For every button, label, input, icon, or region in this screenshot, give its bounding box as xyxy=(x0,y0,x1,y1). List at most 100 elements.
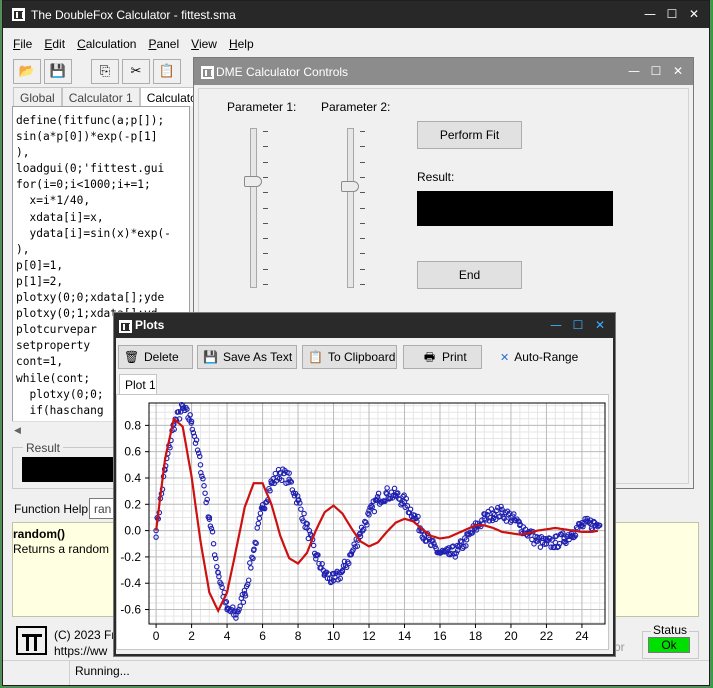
close-icon[interactable]: ✕ xyxy=(683,5,705,23)
auto-range-x-icon: ✕ xyxy=(500,350,510,364)
x-tick-label: 2 xyxy=(188,629,195,643)
code-line: for(i=0;i<1000;i+=1; xyxy=(16,178,151,192)
plot-chart: 0 2 4 6 8 10 12 14 16 18 20 22 240.80.60.40.20.0-0.2… xyxy=(120,401,606,643)
maximize-icon[interactable]: ☐ xyxy=(661,5,683,23)
x-tick-label: 14 xyxy=(398,629,412,643)
copy-button[interactable]: ⎘ xyxy=(91,59,119,84)
menu-panel[interactable]: Panel xyxy=(148,37,179,51)
dme-app-icon xyxy=(201,66,214,79)
y-tick-label: 0.8 xyxy=(124,418,141,432)
auto-range-toggle[interactable]: ✕ Auto-Range xyxy=(500,350,578,364)
open-button[interactable]: 📂 xyxy=(13,59,41,84)
x-tick-label: 22 xyxy=(540,629,554,643)
parameter-2-slider-thumb[interactable] xyxy=(341,180,359,192)
code-line: ), xyxy=(16,242,30,256)
code-line: x=i*1/40, xyxy=(16,194,91,208)
folder-open-icon: 📂 xyxy=(18,64,36,79)
save-button[interactable]: 💾 xyxy=(44,59,72,84)
tab-calculator-1[interactable]: Calculator 1 xyxy=(61,87,140,106)
menu-calculation[interactable]: Calculation xyxy=(77,37,136,51)
parameter-1-label: Parameter 1: xyxy=(227,100,297,114)
main-window-title: The DoubleFox Calculator - fittest.sma xyxy=(31,8,236,22)
clipboard-copy-icon: 📋 xyxy=(308,349,323,364)
scissors-icon: ✂ xyxy=(130,64,142,79)
code-line: ydata[i]=sin(x)*exp(- xyxy=(16,226,171,240)
code-line: p[1]=2, xyxy=(16,274,64,288)
end-button[interactable]: End xyxy=(417,261,522,289)
plots-app-icon xyxy=(119,320,132,333)
x-tick-label: 16 xyxy=(433,629,447,643)
minimize-icon[interactable]: — xyxy=(639,5,661,23)
save-text-icon: 💾 xyxy=(203,349,218,364)
to-clipboard-label: To Clipboard xyxy=(328,350,396,364)
menu-view[interactable]: View xyxy=(191,37,217,51)
x-tick-label: 20 xyxy=(504,629,518,643)
parameter-2-ticks xyxy=(360,131,366,286)
trash-icon: 🗑 xyxy=(124,349,140,364)
menu-file[interactable]: File xyxy=(13,37,32,51)
app-icon xyxy=(12,8,25,21)
save-as-text-label: Save As Text xyxy=(223,350,293,364)
floppy-icon: 💾 xyxy=(49,64,67,79)
x-tick-label: 24 xyxy=(575,629,589,643)
plots-window-title: Plots xyxy=(135,318,165,332)
paste-button[interactable]: 📋 xyxy=(153,59,181,84)
dme-title-bar[interactable]: DME Calculator Controls — ☐ ✕ xyxy=(194,58,693,85)
dme-close-icon[interactable]: ✕ xyxy=(667,62,689,80)
plots-close-icon[interactable]: ✕ xyxy=(589,316,611,334)
y-tick-label: -0.6 xyxy=(120,603,141,617)
x-tick-label: 10 xyxy=(327,629,341,643)
status-indicator: Ok xyxy=(648,637,690,653)
website-link[interactable]: https://ww xyxy=(54,644,107,658)
parameter-1-slider-thumb[interactable] xyxy=(244,175,262,187)
menu-help[interactable]: Help xyxy=(229,37,254,51)
auto-range-label: Auto-Range xyxy=(514,350,579,364)
x-tick-label: 18 xyxy=(469,629,483,643)
delete-label: Delete xyxy=(144,350,179,364)
menu-bar: File Edit Calculation Panel View Help xyxy=(13,37,254,51)
code-line: sin(a*p[0])*exp(-p[1] xyxy=(16,130,158,144)
save-as-text-button[interactable]: 💾 Save As Text xyxy=(197,345,297,369)
dme-maximize-icon[interactable]: ☐ xyxy=(645,62,667,80)
perform-fit-button[interactable]: Perform Fit xyxy=(417,121,522,149)
running-status: Running... xyxy=(75,664,130,678)
y-tick-label: 0.2 xyxy=(124,497,141,511)
plots-title-bar[interactable]: Plots — ☐ ✕ xyxy=(114,313,615,338)
y-tick-label: 0.6 xyxy=(124,445,141,459)
doublefox-logo xyxy=(16,626,47,655)
parameter-2-slider-track[interactable] xyxy=(347,128,354,288)
y-tick-label: -0.2 xyxy=(120,550,141,564)
dme-window-controls: — ☐ ✕ xyxy=(623,62,689,80)
x-tick-label: 6 xyxy=(259,629,266,643)
x-tick-label: 8 xyxy=(295,629,302,643)
menu-edit[interactable]: Edit xyxy=(44,37,65,51)
code-line: loadgui(0;'fittest.gui xyxy=(16,162,165,176)
code-line: xdata[i]=x, xyxy=(16,210,104,224)
plots-maximize-icon[interactable]: ☐ xyxy=(567,316,589,334)
cut-button[interactable]: ✂ xyxy=(122,59,150,84)
dme-window-title: DME Calculator Controls xyxy=(216,65,349,79)
parameter-1-slider-track[interactable] xyxy=(250,128,257,288)
y-tick-label: -0.4 xyxy=(120,576,141,590)
dme-minimize-icon[interactable]: — xyxy=(623,62,645,80)
y-tick-label: 0.0 xyxy=(124,524,141,538)
print-button[interactable]: 🖶 Print xyxy=(403,345,482,369)
calculator-tabs: Global Calculator 1 Calculator 2 xyxy=(13,87,218,106)
plot-tab[interactable]: Plot 1 xyxy=(119,374,157,394)
result-label: Result xyxy=(23,441,64,455)
delete-button[interactable]: 🗑 Delete xyxy=(118,345,193,369)
copy-icon: ⎘ xyxy=(99,64,111,79)
x-tick-label: 4 xyxy=(224,629,231,643)
parameter-2-label: Parameter 2: xyxy=(321,100,391,114)
code-line: define(fitfunc(a;p[]); xyxy=(16,114,165,127)
y-tick-label: 0.4 xyxy=(124,471,141,485)
tab-global[interactable]: Global xyxy=(13,87,62,106)
plots-minimize-icon[interactable]: — xyxy=(545,316,567,334)
x-tick-label: 0 xyxy=(153,629,160,643)
plot-frame xyxy=(148,402,606,625)
to-clipboard-button[interactable]: 📋 To Clipboard xyxy=(302,345,397,369)
status-bar-hint: or xyxy=(614,640,625,654)
scroll-left-icon[interactable]: ◀ xyxy=(14,425,21,435)
main-title-bar[interactable]: The DoubleFox Calculator - fittest.sma —… xyxy=(3,1,709,28)
status-label: Status xyxy=(651,623,690,637)
